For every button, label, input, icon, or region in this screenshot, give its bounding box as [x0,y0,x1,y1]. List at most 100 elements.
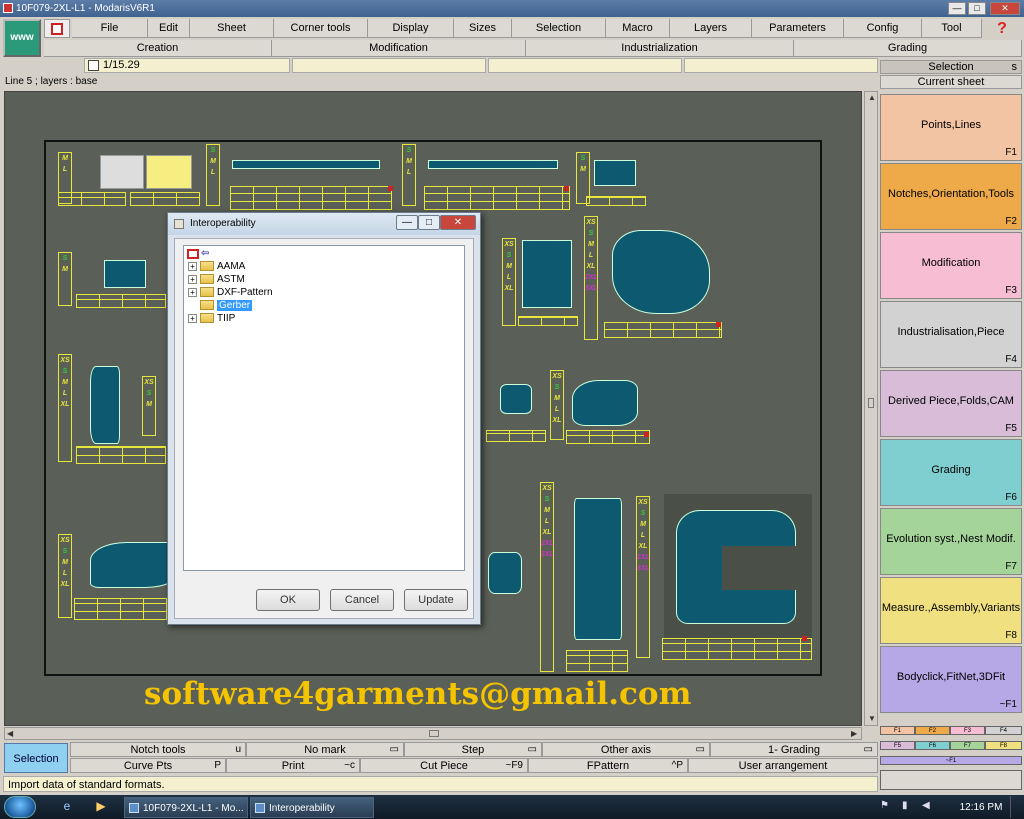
cut-piece-button[interactable]: Cut Piece ~F9 [360,758,528,773]
www-button[interactable]: www [3,19,41,57]
dialog-title-bar[interactable]: Interoperability — □ ✕ [168,213,480,235]
pattern-piece[interactable] [522,240,572,308]
pattern-piece[interactable] [232,160,380,169]
expand-icon[interactable]: + [188,313,197,323]
notches-orientation-tools-button[interactable]: Notches,Orientation,Tools F2 [880,163,1022,230]
horizontal-scrollbar[interactable]: ◀ ▶ [4,727,862,740]
scroll-thumb[interactable] [868,398,874,408]
dialog-close-button[interactable]: ✕ [440,215,476,230]
notch-tools-button[interactable]: Notch tools u [70,742,246,757]
mini-f5[interactable]: F5 [880,741,915,750]
pattern-piece[interactable] [574,498,622,640]
tree-item-tiip[interactable]: + TIIP [188,312,235,325]
mini-f3[interactable]: F3 [950,726,985,735]
scroll-right-icon[interactable]: ▶ [851,729,857,738]
lectra-logo-icon[interactable] [44,19,70,38]
scroll-thumb[interactable] [429,730,439,737]
menu-layers[interactable]: Layers [670,19,752,38]
pattern-piece[interactable] [612,230,710,314]
clock[interactable]: 12:16 PM [956,797,1006,818]
thumbnail-image[interactable] [146,155,192,189]
expand-icon[interactable]: + [188,261,197,271]
tray-network-icon[interactable]: ▮ [902,800,908,811]
taskbar-modaris-window[interactable]: 10F079-2XL-L1 - Mo... [124,797,248,818]
expand-icon[interactable]: + [188,274,197,284]
pattern-piece[interactable] [572,380,638,426]
tray-volume-icon[interactable]: ◀ [922,800,930,811]
tree-item-astm[interactable]: + ASTM [188,273,245,286]
points-lines-button[interactable]: Points,Lines F1 [880,94,1022,161]
pattern-piece[interactable] [90,366,120,444]
fpattern-button[interactable]: FPattern ^P [528,758,688,773]
print-button[interactable]: Print ~c [226,758,360,773]
show-desktop-button[interactable] [1010,796,1022,818]
menu-parameters[interactable]: Parameters [752,19,844,38]
close-button[interactable]: ✕ [990,2,1020,15]
pattern-piece[interactable] [488,552,522,594]
tab-grading[interactable]: Grading [794,40,1022,57]
mini-f4[interactable]: F4 [985,726,1022,735]
pattern-piece[interactable] [428,160,558,169]
curve-pts-button[interactable]: Curve Pts P [70,758,226,773]
mini-f1[interactable]: F1 [880,726,915,735]
menu-sheet[interactable]: Sheet [190,19,274,38]
selection-header[interactable]: Selection s [880,60,1022,74]
taskbar-interoperability-window[interactable]: Interoperability [250,797,374,818]
scroll-up-icon[interactable]: ▲ [868,93,876,102]
scroll-down-icon[interactable]: ▼ [868,714,876,723]
media-player-icon[interactable]: ▶ [92,799,110,815]
maximize-button[interactable]: □ [968,2,986,15]
selection-mode-button[interactable]: Selection [4,743,68,773]
menu-tool[interactable]: Tool [922,19,982,38]
measure-assembly-button[interactable]: Measure.,Assembly,Variants F8 [880,577,1022,644]
help-icon[interactable]: ? [984,19,1020,38]
pattern-piece[interactable] [594,160,636,186]
menu-edit[interactable]: Edit [148,19,190,38]
expand-icon[interactable]: + [188,287,197,297]
mini-f8[interactable]: F8 [985,741,1022,750]
grading-mode-button[interactable]: 1- Grading ▭ [710,742,878,757]
mini-f6[interactable]: F6 [915,741,950,750]
modification-button[interactable]: Modification F3 [880,232,1022,299]
start-button[interactable] [4,796,36,818]
menu-corner-tools[interactable]: Corner tools [274,19,368,38]
other-axis-button[interactable]: Other axis ▭ [542,742,710,757]
industrialisation-piece-button[interactable]: Industrialisation,Piece F4 [880,301,1022,368]
menu-sizes[interactable]: Sizes [454,19,512,38]
pattern-piece[interactable] [500,384,532,414]
menu-file[interactable]: File [72,19,148,38]
menu-display[interactable]: Display [368,19,454,38]
tab-modification[interactable]: Modification [272,40,526,57]
tree-item-dxf-pattern[interactable]: + DXF-Pattern [188,286,273,299]
menu-macro[interactable]: Macro [606,19,670,38]
menu-config[interactable]: Config [844,19,922,38]
mini-navigation[interactable] [880,770,1022,790]
update-button[interactable]: Update [404,589,468,611]
no-mark-button[interactable]: No mark ▭ [246,742,404,757]
current-sheet-button[interactable]: Current sheet [880,75,1022,89]
dialog-maximize-button[interactable]: □ [418,215,440,230]
tab-creation[interactable]: Creation [44,40,272,57]
pattern-piece[interactable] [104,260,146,288]
cancel-button[interactable]: Cancel [330,589,394,611]
vertical-scrollbar[interactable]: ▲ ▼ [864,91,878,726]
grading-button[interactable]: Grading F6 [880,439,1022,506]
step-button[interactable]: Step ▭ [404,742,542,757]
scroll-left-icon[interactable]: ◀ [7,729,13,738]
dialog-minimize-button[interactable]: — [396,215,418,230]
tray-flag-icon[interactable]: ⚑ [880,800,889,811]
derived-piece-button[interactable]: Derived Piece,Folds,CAM F5 [880,370,1022,437]
tab-industrialization[interactable]: Industrialization [526,40,794,57]
minimize-button[interactable]: — [948,2,966,15]
tree-item-aama[interactable]: + AAMA [188,260,245,273]
ok-button[interactable]: OK [256,589,320,611]
format-tree[interactable]: ⇦ + AAMA + ASTM + DXF-Pattern Gerber + TIIP [183,245,465,571]
user-arrangement-button[interactable]: User arrangement [688,758,878,773]
menu-selection[interactable]: Selection [512,19,606,38]
thumbnail-image[interactable] [100,155,144,189]
tree-item-gerber[interactable]: Gerber [200,299,253,312]
evolution-system-button[interactable]: Evolution syst.,Nest Modif. F7 [880,508,1022,575]
mini-f7[interactable]: F7 [950,741,985,750]
mini-f2[interactable]: F2 [915,726,950,735]
mini-f1-alt[interactable]: ~F1 [880,756,1022,765]
